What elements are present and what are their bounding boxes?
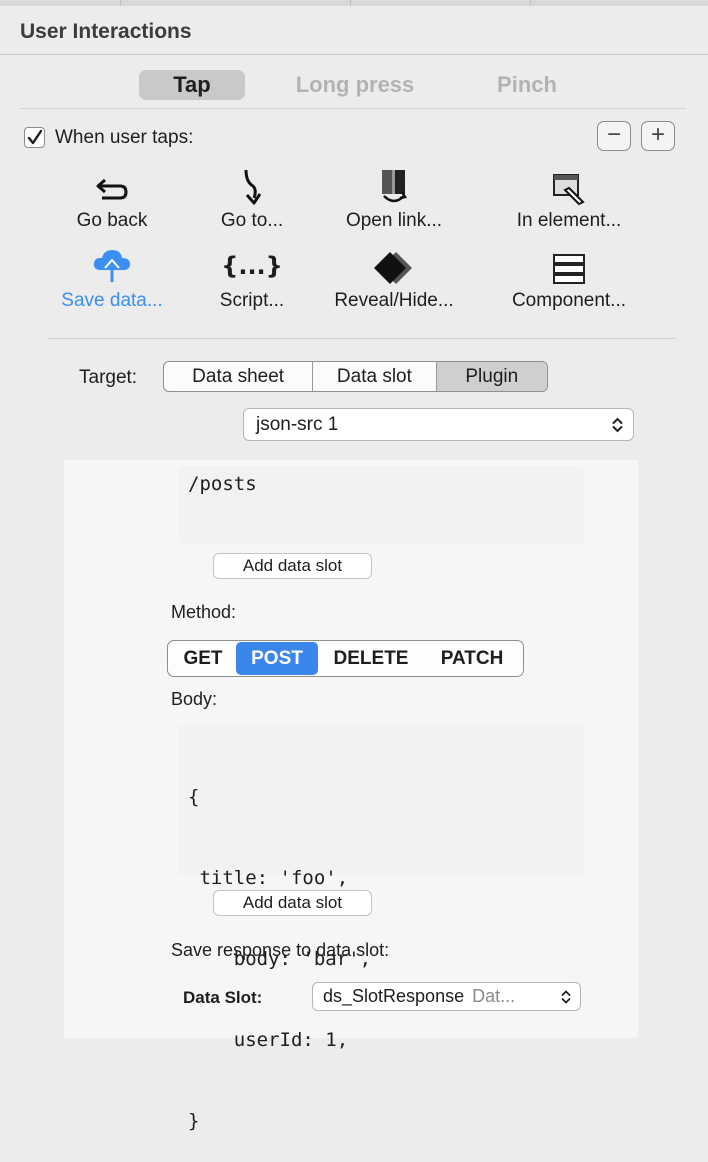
component-stack-icon [553, 254, 585, 284]
plugin-select-value: json-src 1 [256, 413, 339, 435]
method-get[interactable]: GET [170, 642, 236, 675]
body-editor[interactable]: { title: 'foo', body: 'bar', userId: 1, … [178, 725, 584, 1132]
action-open-link[interactable]: Open link... [319, 166, 469, 232]
cloud-upload-icon [93, 250, 130, 282]
action-label: Go back [76, 210, 148, 231]
toolbar-segment [120, 0, 351, 6]
remove-button[interactable]: − [597, 121, 631, 151]
divider [20, 108, 686, 109]
tab-pinch[interactable]: Pinch [480, 70, 574, 100]
add-data-slot-button[interactable]: Add data slot [213, 890, 372, 916]
body-line: } [188, 1110, 200, 1132]
target-option-plugin[interactable]: Plugin [436, 362, 547, 391]
method-label: Method: [171, 602, 237, 622]
method-delete[interactable]: DELETE [318, 642, 424, 675]
action-label: Open link... [345, 210, 443, 231]
body-line: title: 'foo', [188, 867, 349, 889]
when-user-taps-checkbox[interactable] [24, 127, 45, 148]
divider [48, 338, 676, 339]
action-go-back[interactable]: Go back [37, 166, 187, 232]
when-user-taps-label: When user taps: [55, 127, 194, 148]
down-arrow-icon [244, 169, 262, 205]
updown-chevron-icon [612, 417, 623, 433]
diamond-icon [374, 252, 412, 284]
method-patch[interactable]: PATCH [424, 642, 520, 675]
action-label: Go to... [220, 210, 284, 231]
action-label: Script... [219, 290, 285, 311]
action-script[interactable]: {...} Script... [177, 246, 327, 312]
checkmark-icon [27, 129, 43, 145]
target-label: Target: [79, 367, 138, 388]
section-title: User Interactions [20, 20, 192, 43]
add-button[interactable]: + [641, 121, 675, 151]
in-element-icon [553, 174, 585, 206]
body-line: userId: 1, [188, 1029, 349, 1051]
body-line: { [188, 786, 200, 808]
target-option-data-sheet[interactable]: Data sheet [164, 362, 314, 391]
tab-tap[interactable]: Tap [139, 70, 245, 100]
action-component[interactable]: Component... [494, 246, 644, 312]
back-arrow-icon [96, 178, 128, 200]
target-option-data-slot[interactable]: Data slot [313, 362, 437, 391]
action-label: Component... [511, 290, 627, 311]
data-slot-label: Data Slot: [183, 988, 263, 1007]
tab-long-press[interactable]: Long press [274, 70, 436, 100]
toolbar-segment [350, 0, 531, 6]
data-slot-value: ds_SlotResponse [323, 986, 465, 1006]
target-segmented-control[interactable]: Data sheet Data slot Plugin [163, 361, 548, 392]
action-in-element[interactable]: In element... [494, 166, 644, 232]
action-label: Save data... [61, 290, 163, 311]
save-response-label: Save response to data slot: [171, 940, 390, 960]
divider [0, 54, 708, 55]
plugin-select[interactable]: json-src 1 [243, 408, 634, 441]
updown-chevron-icon [561, 990, 571, 1004]
braces-icon: {...} [221, 252, 283, 280]
open-link-icon [382, 170, 407, 203]
data-slot-select[interactable]: ds_SlotResponse Dat... [312, 982, 581, 1011]
action-reveal-hide[interactable]: Reveal/Hide... [319, 246, 469, 312]
action-save-data[interactable]: Save data... [37, 246, 187, 312]
method-segmented-control[interactable]: GET POST DELETE PATCH [167, 640, 524, 677]
data-slot-type: Dat... [472, 986, 516, 1006]
action-label: In element... [516, 210, 622, 231]
body-label: Body: [171, 689, 218, 709]
toolbar-segment [0, 0, 121, 6]
url-path-field[interactable]: /posts [178, 466, 584, 544]
top-toolbar-strip [0, 0, 708, 6]
action-go-to[interactable]: Go to... [177, 166, 327, 232]
add-data-slot-button[interactable]: Add data slot [213, 553, 372, 579]
action-label: Reveal/Hide... [334, 290, 454, 311]
method-post[interactable]: POST [236, 642, 318, 675]
